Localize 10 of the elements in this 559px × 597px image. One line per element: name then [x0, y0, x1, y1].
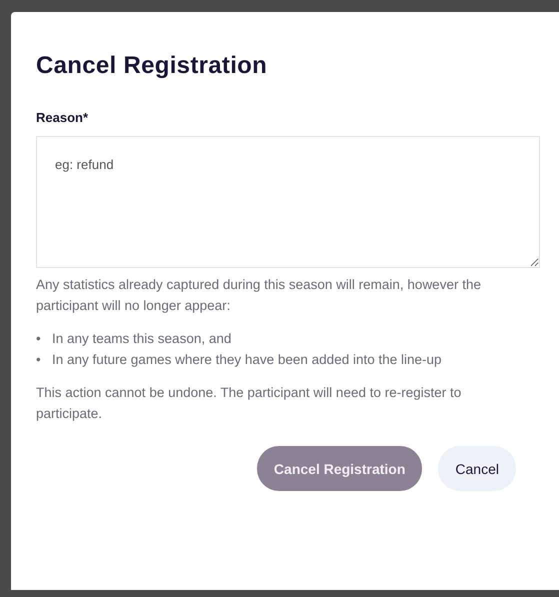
list-item: In any teams this season, and: [52, 330, 232, 348]
warning-text: This action cannot be undone. The participant will need to re-register to participate.: [36, 384, 462, 423]
bullet-marker: •: [36, 351, 42, 369]
cancel-button[interactable]: Cancel: [438, 446, 516, 491]
list-item: In any future games where they have been added into the line-up: [52, 351, 443, 369]
reason-field[interactable]: eg: refund: [36, 136, 540, 268]
dialog-title: Cancel Registration: [36, 52, 268, 80]
info-text: Any statistics already captured during this season will remain, however the participant will no longer appear:: [36, 276, 482, 315]
field-label: Reason*: [36, 110, 90, 125]
bullet-marker: •: [36, 330, 42, 348]
